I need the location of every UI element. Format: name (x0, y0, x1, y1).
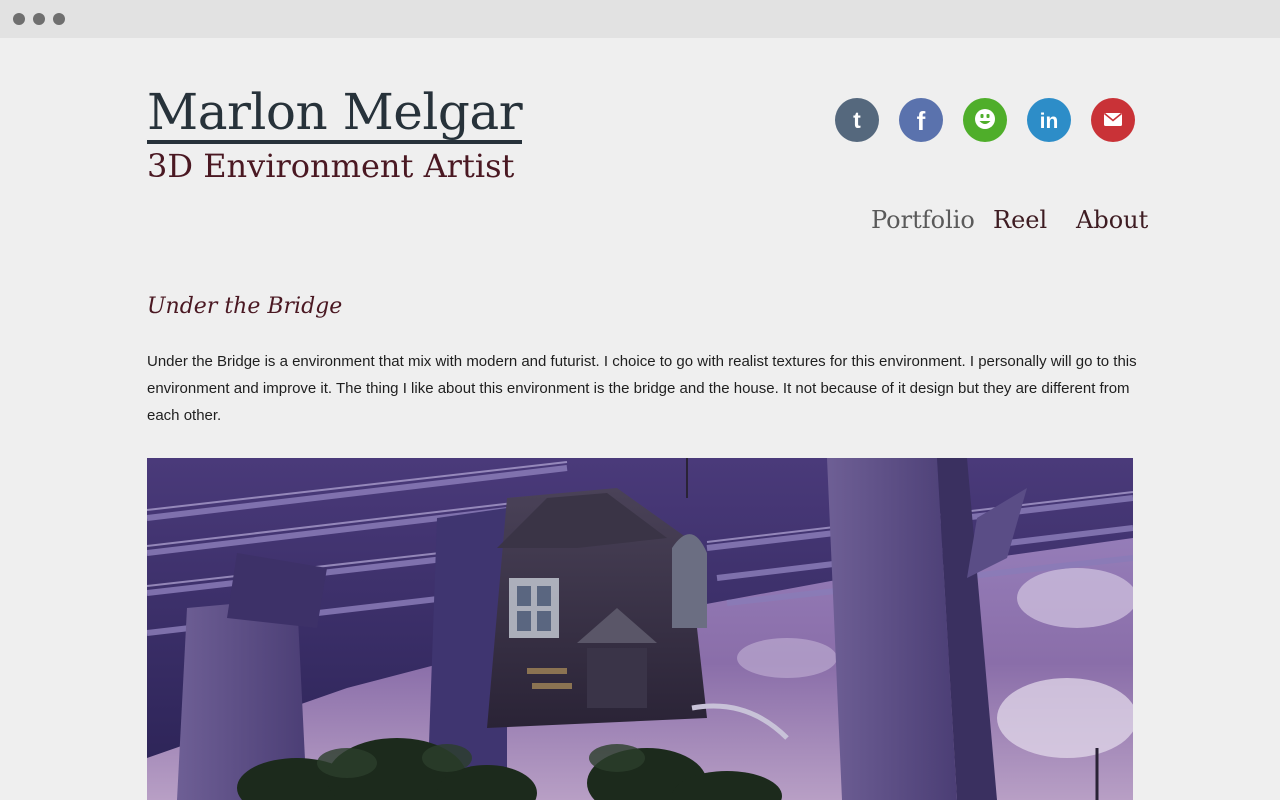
nav-about[interactable]: About (1076, 202, 1148, 238)
svg-text:f: f (917, 106, 926, 136)
smiley-icon (975, 109, 995, 129)
window-minimize-dot[interactable] (33, 13, 45, 25)
window-close-dot[interactable] (13, 13, 25, 25)
mail-link[interactable] (1091, 98, 1135, 142)
site-tagline: 3D Environment Artist (147, 147, 515, 185)
window-maximize-dot[interactable] (53, 13, 65, 25)
linkedin-icon: in (1040, 110, 1059, 133)
mail-icon (1103, 112, 1123, 126)
post-title: Under the Bridge (147, 294, 343, 319)
facebook-icon: f (917, 106, 926, 136)
page: Marlon Melgar 3D Environment Artist t f … (0, 38, 1280, 800)
svg-text:in: in (1040, 110, 1059, 133)
nav-portfolio[interactable]: Portfolio (871, 202, 975, 238)
svg-text:t: t (853, 107, 861, 133)
nav-reel[interactable]: Reel (993, 202, 1047, 238)
linkedin-link[interactable]: in (1027, 98, 1071, 142)
smiley-link[interactable] (963, 98, 1007, 142)
browser-chrome (0, 0, 1280, 38)
tumblr-link[interactable]: t (835, 98, 879, 142)
site-title[interactable]: Marlon Melgar (147, 84, 523, 144)
post-description: Under the Bridge is a environment that m… (147, 353, 1137, 424)
tumblr-icon: t (853, 107, 861, 133)
facebook-link[interactable]: f (899, 98, 943, 142)
hero-image (147, 458, 1133, 800)
